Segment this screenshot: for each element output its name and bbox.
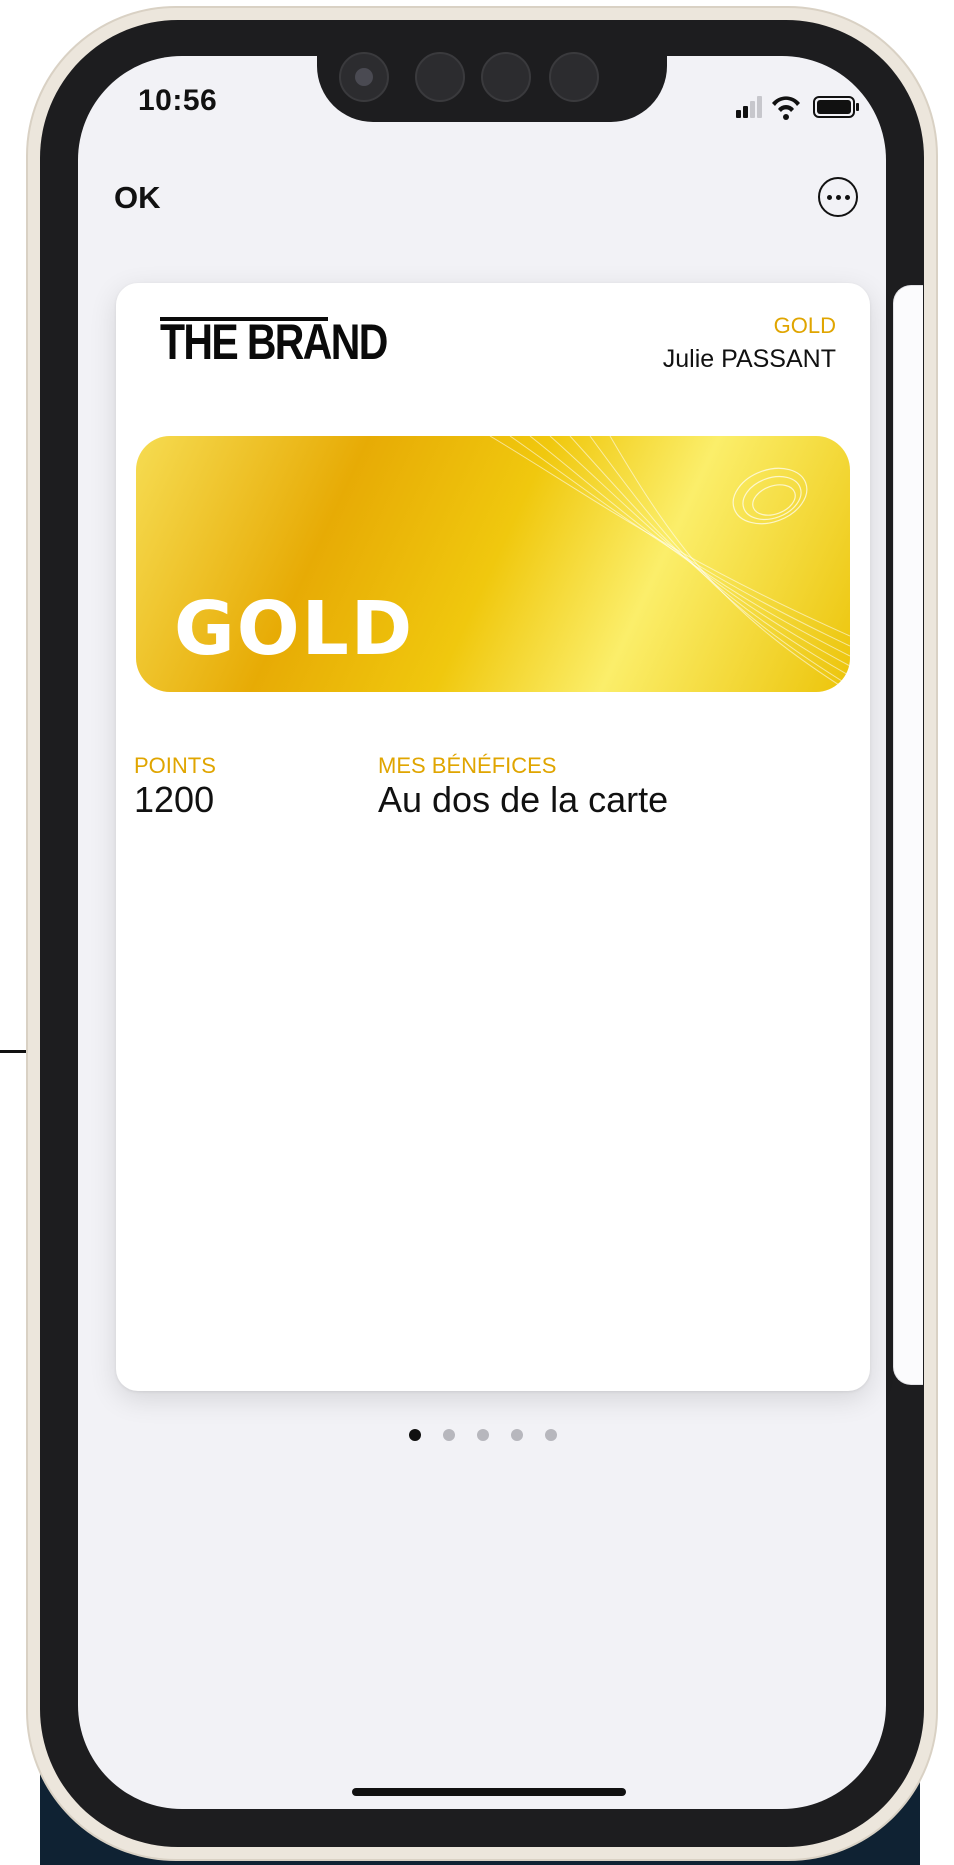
cellular-signal-icon bbox=[736, 96, 762, 118]
field-label-benefits: MES BÉNÉFICES bbox=[378, 753, 557, 778]
wifi-icon bbox=[772, 96, 800, 120]
brand-logo: THE BRAND bbox=[160, 314, 388, 370]
page-dot[interactable] bbox=[443, 1429, 455, 1441]
holder-name: Julie PASSANT bbox=[662, 345, 836, 373]
next-card-peek[interactable] bbox=[893, 285, 923, 1385]
card-strip-image: GOLD bbox=[136, 436, 850, 692]
status-icons bbox=[736, 96, 859, 120]
page-dot[interactable] bbox=[477, 1429, 489, 1441]
field-value-benefits: Au dos de la carte bbox=[378, 779, 669, 820]
page-dot[interactable] bbox=[409, 1429, 421, 1441]
loyalty-card[interactable]: THE BRAND GOLD Julie PASSANT GOLD POINTS… bbox=[116, 283, 870, 1391]
page-indicator[interactable] bbox=[409, 1429, 557, 1441]
camera-icon bbox=[339, 52, 389, 102]
notch bbox=[317, 20, 667, 122]
done-button[interactable]: OK bbox=[114, 180, 161, 216]
sensor-icon bbox=[481, 52, 531, 102]
battery-icon bbox=[813, 96, 859, 118]
status-time: 10:56 bbox=[138, 84, 218, 117]
page-dot[interactable] bbox=[511, 1429, 523, 1441]
home-indicator[interactable] bbox=[352, 1788, 626, 1796]
field-value-points: 1200 bbox=[134, 779, 215, 820]
field-label-points: POINTS bbox=[134, 753, 216, 778]
page-dot[interactable] bbox=[545, 1429, 557, 1441]
sensor-icon bbox=[415, 52, 465, 102]
sensor-icon bbox=[549, 52, 599, 102]
ellipsis-circle-icon[interactable] bbox=[818, 177, 858, 217]
wave-pattern bbox=[489, 436, 850, 692]
strip-tier-text: GOLD bbox=[174, 586, 415, 672]
tier-label: GOLD bbox=[773, 313, 836, 338]
